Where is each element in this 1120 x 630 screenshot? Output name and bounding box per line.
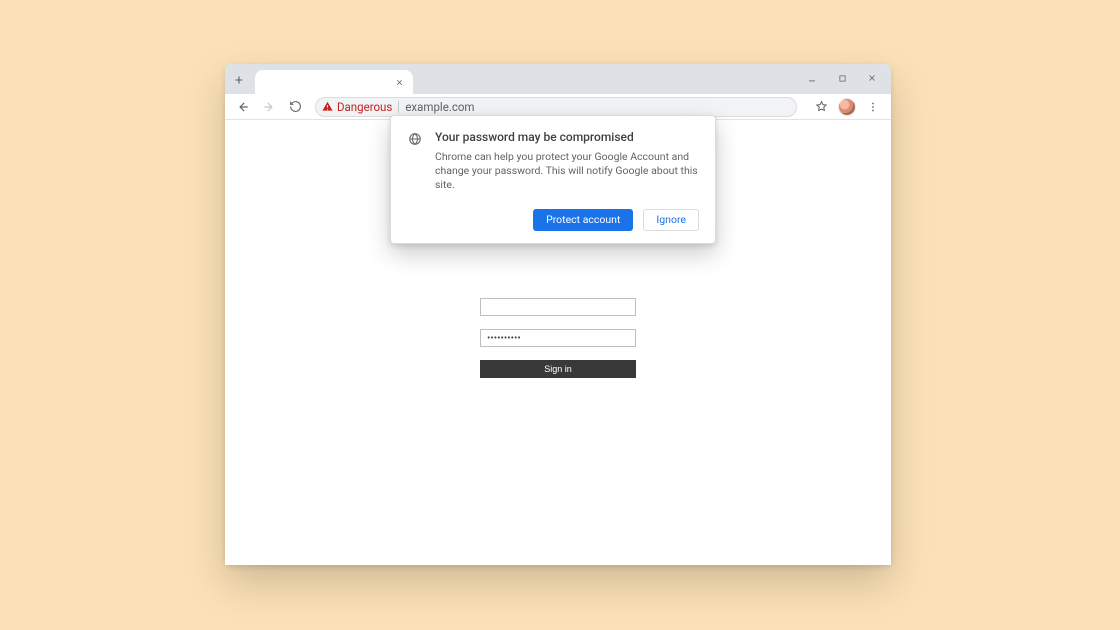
active-tab[interactable] (255, 70, 413, 94)
popover-title: Your password may be compromised (435, 130, 699, 144)
warning-triangle-icon (322, 101, 333, 112)
toolbar-right (809, 95, 885, 119)
tab-close-button[interactable] (391, 74, 407, 90)
window-controls (797, 64, 887, 92)
popover-actions: Protect account Ignore (407, 209, 699, 231)
url-text: example.com (405, 100, 474, 114)
window-close-button[interactable] (857, 64, 887, 92)
plus-icon (233, 74, 245, 86)
star-icon (815, 100, 828, 113)
browser-window: Dangerous example.com Sign in (225, 64, 891, 565)
back-button[interactable] (231, 95, 255, 119)
popover-body: Chrome can help you protect your Google … (435, 150, 699, 193)
close-icon (867, 73, 877, 83)
kebab-icon (867, 101, 879, 113)
reload-icon (289, 100, 302, 113)
separator (398, 101, 399, 113)
password-field[interactable] (480, 329, 636, 347)
arrow-left-icon (236, 100, 250, 114)
username-field[interactable] (480, 298, 636, 316)
new-tab-button[interactable] (225, 66, 253, 94)
reload-button[interactable] (283, 95, 307, 119)
overflow-menu-button[interactable] (861, 95, 885, 119)
maximize-button[interactable] (827, 64, 857, 92)
close-icon (395, 78, 404, 87)
password-warning-popover: Your password may be compromised Chrome … (390, 115, 716, 244)
ignore-button[interactable]: Ignore (643, 209, 699, 231)
arrow-right-icon (262, 100, 276, 114)
globe-icon (407, 131, 423, 147)
tab-strip (225, 64, 891, 94)
profile-button[interactable] (835, 95, 859, 119)
security-label-text: Dangerous (337, 100, 392, 114)
signin-button[interactable]: Sign in (480, 360, 636, 378)
address-bar[interactable]: Dangerous example.com (315, 97, 797, 117)
maximize-icon (838, 74, 847, 83)
protect-account-button[interactable]: Protect account (533, 209, 633, 231)
signin-form: Sign in (480, 298, 636, 378)
bookmark-button[interactable] (809, 95, 833, 119)
security-chip[interactable]: Dangerous (322, 100, 392, 114)
forward-button (257, 95, 281, 119)
minimize-button[interactable] (797, 64, 827, 92)
avatar-icon (838, 98, 856, 116)
minimize-icon (807, 73, 817, 83)
